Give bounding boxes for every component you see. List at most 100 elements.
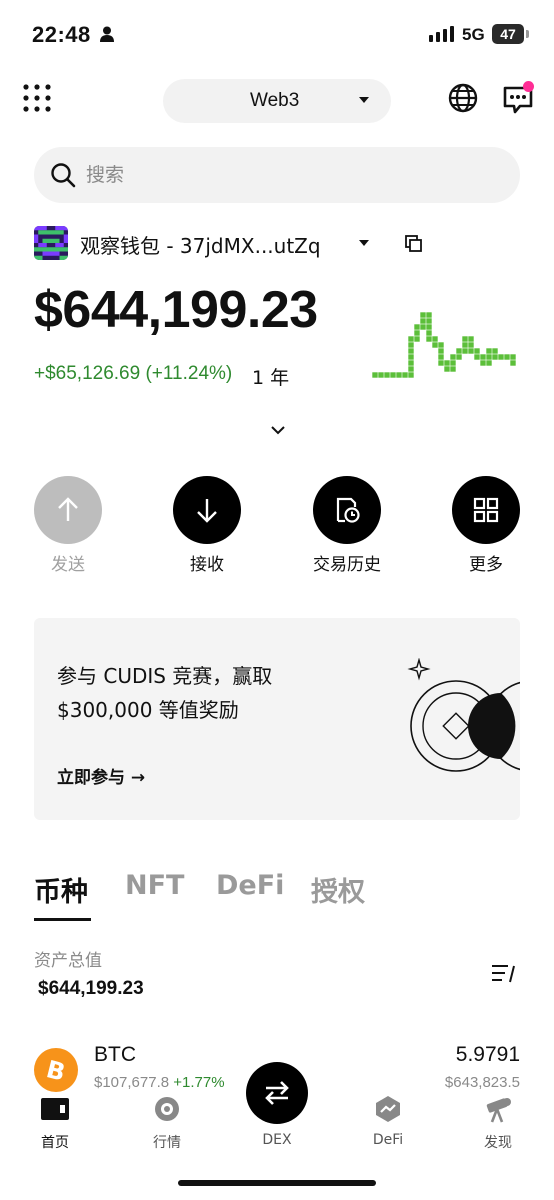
sparkline-pixel bbox=[432, 336, 438, 342]
wallet-icon bbox=[41, 1098, 69, 1120]
sparkline-pixel bbox=[438, 348, 444, 354]
telescope-icon bbox=[486, 1098, 511, 1123]
active-tab-indicator bbox=[34, 918, 91, 921]
sparkline-pixel bbox=[420, 324, 426, 330]
receive-label: 接收 bbox=[190, 555, 224, 575]
home-indicator bbox=[178, 1180, 376, 1186]
sparkline-pixel bbox=[450, 360, 456, 366]
history-button[interactable]: 交易历史 bbox=[307, 476, 387, 586]
tab-nft[interactable]: NFT bbox=[125, 870, 184, 901]
asset-value: $643,823.5 bbox=[444, 1074, 520, 1091]
arrow-up-icon bbox=[58, 497, 78, 521]
receive-button[interactable]: 接收 bbox=[167, 476, 247, 586]
sparkline-pixel bbox=[396, 372, 402, 378]
battery-icon: 47 bbox=[492, 24, 524, 44]
more-circle[interactable] bbox=[452, 476, 520, 544]
search-input[interactable] bbox=[86, 161, 486, 189]
sparkline-pixel bbox=[372, 372, 378, 378]
sparkline-pixel bbox=[444, 360, 450, 366]
more-label: 更多 bbox=[469, 555, 503, 575]
sparkline-pixel bbox=[426, 336, 432, 342]
sparkline-pixel bbox=[462, 336, 468, 342]
person-icon bbox=[100, 26, 114, 42]
sparkline-pixel bbox=[408, 354, 414, 360]
history-label: 交易历史 bbox=[313, 555, 381, 575]
sparkline-pixel bbox=[486, 348, 492, 354]
bottom-nav: 首页 行情 DEX DeFi 发现 bbox=[0, 1062, 554, 1200]
search-icon bbox=[51, 163, 76, 188]
total-assets-label: 资产总值 bbox=[34, 951, 102, 971]
battery-tip bbox=[526, 30, 529, 38]
sparkline-pixel bbox=[408, 342, 414, 348]
sort-filter-icon[interactable] bbox=[490, 962, 516, 984]
sparkline-pixel bbox=[384, 372, 390, 378]
grid-icon bbox=[473, 497, 499, 523]
asset-price: $107,677.8 bbox=[94, 1074, 170, 1091]
chevron-down-icon[interactable] bbox=[270, 424, 286, 436]
nav-defi[interactable]: DeFi bbox=[348, 1092, 428, 1162]
sparkline-pixel bbox=[408, 372, 414, 378]
promo-title-line2: $300,000 等值奖励 bbox=[57, 698, 239, 722]
sparkline-pixel bbox=[438, 354, 444, 360]
wallet-avatar[interactable] bbox=[34, 226, 68, 260]
period-selector[interactable]: 1 年 bbox=[252, 363, 289, 390]
sparkline-pixel bbox=[438, 342, 444, 348]
promo-title-line1: 参与 CUDIS 竞赛，赢取 bbox=[57, 664, 273, 688]
arrow-down-icon bbox=[197, 499, 217, 523]
send-button[interactable]: 发送 bbox=[28, 476, 108, 586]
nav-dex[interactable]: DEX bbox=[237, 1092, 317, 1162]
sparkline-pixel bbox=[486, 360, 492, 366]
status-bar: 22:48 5G 47 bbox=[0, 0, 554, 70]
total-assets-value: $644,199.23 bbox=[38, 978, 144, 999]
tab-defi[interactable]: DeFi bbox=[216, 870, 284, 901]
receive-circle[interactable] bbox=[173, 476, 241, 544]
nav-discover-label: 发现 bbox=[484, 1135, 512, 1151]
sparkline-pixel bbox=[462, 342, 468, 348]
apps-grid-icon[interactable] bbox=[22, 83, 52, 113]
nav-market-label: 行情 bbox=[153, 1135, 181, 1151]
promo-banner[interactable]: 参与 CUDIS 竞赛，赢取 $300,000 等值奖励 立即参与 → bbox=[34, 618, 520, 820]
asset-price-line: $107,677.8 +1.77% bbox=[94, 1074, 225, 1091]
network-selector[interactable]: Web3 bbox=[163, 79, 391, 123]
globe-icon[interactable] bbox=[447, 82, 479, 114]
history-circle[interactable] bbox=[313, 476, 381, 544]
sparkline-pixel bbox=[510, 354, 516, 360]
wallet-name[interactable]: 观察钱包 - 37jdMX...utZq bbox=[80, 230, 321, 259]
sparkline-pixel bbox=[492, 348, 498, 354]
more-button[interactable]: 更多 bbox=[446, 476, 526, 586]
sparkline-pixel bbox=[408, 366, 414, 372]
bitcoin-icon: B bbox=[34, 1048, 78, 1092]
network-type: 5G bbox=[462, 25, 485, 44]
sparkline-pixel bbox=[450, 354, 456, 360]
promo-rings-illustration bbox=[407, 658, 520, 772]
tab-tokens[interactable]: 币种 bbox=[34, 870, 88, 909]
sparkline-pixel bbox=[450, 366, 456, 372]
sparkline-pixel bbox=[492, 354, 498, 360]
sparkline-pixel bbox=[414, 324, 420, 330]
sparkline-pixel bbox=[474, 348, 480, 354]
sparkline-pixel bbox=[480, 354, 486, 360]
send-circle[interactable] bbox=[34, 476, 102, 544]
sparkline-pixel bbox=[462, 348, 468, 354]
sparkline-pixel bbox=[498, 354, 504, 360]
sparkline-pixel bbox=[456, 348, 462, 354]
nav-home[interactable]: 首页 bbox=[15, 1092, 95, 1162]
tab-approvals[interactable]: 授权 bbox=[311, 870, 365, 909]
sparkline-pixel bbox=[426, 318, 432, 324]
search-bar[interactable] bbox=[34, 147, 520, 203]
wallet-caret-down-icon[interactable] bbox=[359, 240, 369, 246]
defi-icon bbox=[376, 1096, 400, 1122]
sparkline-pixel bbox=[468, 336, 474, 342]
status-time: 22:48 bbox=[32, 22, 91, 47]
promo-join-link[interactable]: 立即参与 → bbox=[57, 763, 145, 788]
sparkline-pixel bbox=[414, 330, 420, 336]
copy-icon[interactable] bbox=[404, 234, 424, 254]
sparkline-pixel bbox=[402, 372, 408, 378]
asset-symbol: BTC bbox=[94, 1043, 136, 1066]
nav-market[interactable]: 行情 bbox=[127, 1092, 207, 1162]
sparkline-pixel bbox=[420, 312, 426, 318]
sparkline-pixel bbox=[456, 354, 462, 360]
sparkline-pixel bbox=[390, 372, 396, 378]
nav-discover[interactable]: 发现 bbox=[458, 1092, 538, 1162]
sparkline-pixel bbox=[420, 318, 426, 324]
